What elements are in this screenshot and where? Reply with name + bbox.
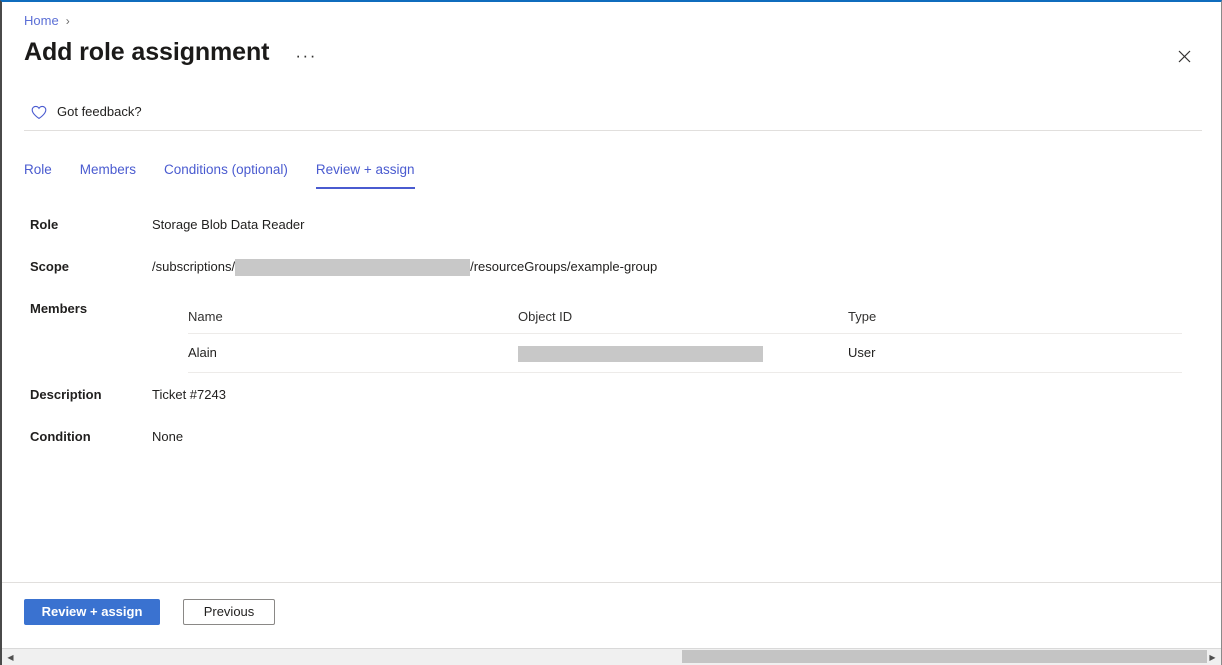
members-table-row-divider: [188, 372, 1182, 373]
more-options-icon[interactable]: ···: [291, 47, 320, 65]
tab-role-label: Role: [24, 162, 52, 177]
tab-members[interactable]: Members: [80, 160, 136, 189]
members-table-header: Name Object ID Type: [188, 300, 1182, 333]
command-bar: Review + assign Previous: [2, 582, 1221, 640]
members-table: Name Object ID Type Alain User: [188, 300, 1182, 373]
detail-row-description: Description Ticket #7243: [2, 386, 1221, 404]
scrollbar-thumb[interactable]: [682, 650, 1207, 663]
column-header-name: Name: [188, 308, 518, 326]
detail-row-role: Role Storage Blob Data Reader: [2, 216, 1221, 234]
got-feedback-label: Got feedback?: [57, 103, 142, 121]
review-assign-button[interactable]: Review + assign: [24, 599, 160, 625]
previous-button[interactable]: Previous: [183, 599, 275, 625]
breadcrumb-item-home[interactable]: Home: [24, 13, 59, 29]
scope-prefix: /subscriptions/: [152, 258, 235, 276]
header-divider: [24, 130, 1202, 131]
cell-name: Alain: [188, 344, 518, 362]
description-value: Ticket #7243: [152, 386, 226, 404]
column-header-type: Type: [848, 308, 1048, 326]
role-label: Role: [2, 216, 152, 234]
column-header-object-id: Object ID: [518, 308, 848, 326]
cell-object-id: [518, 344, 848, 362]
heart-icon: [30, 104, 47, 121]
condition-value: None: [152, 428, 183, 446]
horizontal-scrollbar[interactable]: ◀ ▶: [2, 648, 1221, 665]
close-button[interactable]: [1170, 42, 1198, 70]
tab-conditions[interactable]: Conditions (optional): [164, 160, 288, 189]
scope-label: Scope: [2, 258, 152, 276]
scope-value: /subscriptions/ /resourceGroups/example-g…: [152, 258, 657, 276]
wizard-tabs: Role Members Conditions (optional) Revie…: [24, 160, 443, 189]
scope-suffix: /resourceGroups/example-group: [470, 258, 657, 276]
scroll-left-arrow-icon[interactable]: ◀: [2, 649, 19, 665]
scrollbar-track[interactable]: [19, 649, 1204, 665]
tab-review-assign[interactable]: Review + assign: [316, 160, 415, 189]
tab-role[interactable]: Role: [24, 160, 52, 189]
title-row: Add role assignment ···: [24, 36, 321, 68]
description-label: Description: [2, 386, 152, 404]
condition-label: Condition: [2, 428, 152, 446]
members-label: Members: [30, 300, 87, 318]
close-icon: [1178, 50, 1191, 63]
tab-members-label: Members: [80, 162, 136, 177]
table-row: Alain User: [188, 334, 1182, 372]
azure-portal-blade: Home › Add role assignment ··· Got feedb…: [0, 0, 1222, 665]
role-value: Storage Blob Data Reader: [152, 216, 304, 234]
breadcrumb: Home ›: [24, 13, 70, 29]
object-id-redacted-block: [518, 346, 763, 362]
page-title: Add role assignment: [24, 36, 269, 68]
detail-row-condition: Condition None: [2, 428, 1221, 446]
detail-row-scope: Scope /subscriptions/ /resourceGroups/exa…: [2, 258, 1221, 276]
tab-conditions-label: Conditions (optional): [164, 162, 288, 177]
chevron-right-icon: ›: [66, 13, 70, 29]
tab-review-assign-label: Review + assign: [316, 162, 415, 177]
cell-type: User: [848, 344, 1048, 362]
scope-redacted-block: [235, 259, 470, 276]
got-feedback-button[interactable]: Got feedback?: [30, 103, 142, 121]
